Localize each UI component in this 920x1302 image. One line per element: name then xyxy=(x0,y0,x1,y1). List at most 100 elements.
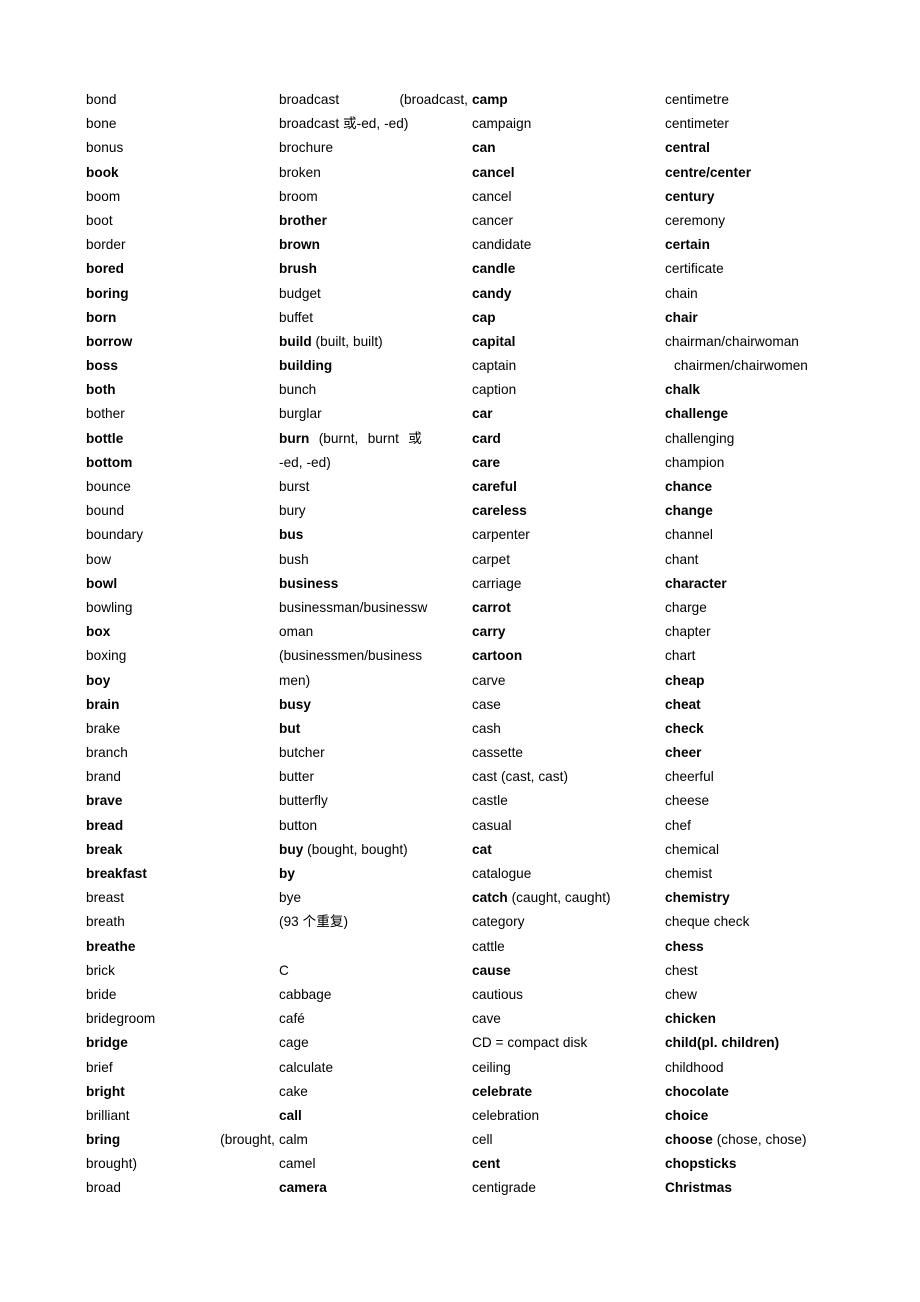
word-entry: candidate xyxy=(472,237,532,253)
word-entry: chemical xyxy=(665,841,720,857)
word-entry: brick xyxy=(86,962,115,978)
word-entry: cancel xyxy=(472,164,515,180)
word-entry: burn (burnt, burnt 或 xyxy=(279,427,472,451)
word-entry: cattle xyxy=(472,938,505,954)
word-entry: brochure xyxy=(279,140,334,156)
word-entry: cheese xyxy=(665,793,710,809)
word-entry: broadcast 或-ed, -ed) xyxy=(279,116,409,132)
word-entry: chemist xyxy=(665,866,713,881)
word-entry: chess xyxy=(665,938,704,954)
word-entry: carriage xyxy=(472,575,522,591)
word-entry: cake xyxy=(279,1083,308,1099)
word-entry: brake xyxy=(86,720,121,736)
word-entry: buffet xyxy=(279,309,314,325)
word-entry: brown xyxy=(279,237,321,253)
word-entry: cheerful xyxy=(665,769,714,785)
column-1: bond bone bonus book boom boot border bored bori… xyxy=(86,88,279,1201)
word-inflection-note: (broadcast, xyxy=(399,92,468,107)
word-entry: castle xyxy=(472,793,508,809)
word-entry: candle xyxy=(472,261,516,277)
word-inflection-note: (burnt, burnt 或 xyxy=(309,430,422,446)
word-entry: challenging xyxy=(665,430,735,446)
column-3: camp campaign can cancel cancel cancer candida… xyxy=(472,88,665,1201)
word-entry: burst xyxy=(279,479,310,494)
word-entry: café xyxy=(279,1011,305,1027)
word-entry: chicken xyxy=(665,1011,716,1027)
word-entry: cent xyxy=(472,1156,501,1172)
word-entry: businessman/businessw xyxy=(279,599,428,615)
word-entry: cage xyxy=(279,1035,309,1051)
word-entry: breast xyxy=(86,890,125,906)
word-entry: bridegroom xyxy=(86,1011,156,1027)
word-entry: carpenter xyxy=(472,527,530,543)
column-4: centimetre centimeter central centre/center… xyxy=(665,88,858,1201)
word-entry: bury xyxy=(279,503,306,519)
word-entry: cancel xyxy=(472,188,512,204)
word-entry: card xyxy=(472,430,501,446)
word-entry: brand xyxy=(86,769,122,785)
word-entry: budget xyxy=(279,285,321,301)
word-entry: cassette xyxy=(472,745,524,761)
word-entry: check xyxy=(665,720,704,736)
word-entry: chairman/chairwoman xyxy=(665,333,799,349)
word-entry: brilliant xyxy=(86,1107,130,1123)
word-entry: broad xyxy=(86,1180,122,1196)
word-entry: CD = compact disk xyxy=(472,1035,588,1051)
word-entry: chart xyxy=(665,648,696,664)
word-entry: carpet xyxy=(472,551,511,567)
word-entry: centre/center xyxy=(665,164,752,180)
word-list-columns: bond bone bonus book boom boot border bored bori… xyxy=(86,88,886,1201)
word-entry: chain xyxy=(665,285,698,301)
word-entry: centimetre xyxy=(665,92,729,107)
word-entry: border xyxy=(86,237,126,253)
document-page: bond bone bonus book boom boot border bored bori… xyxy=(0,0,920,1302)
word-entry: cancer xyxy=(472,212,514,228)
word-entry: calculate xyxy=(279,1059,334,1075)
word-entry: carve xyxy=(472,672,506,688)
word-entry: choose (chose, chose) xyxy=(665,1128,858,1152)
word-entry: cap xyxy=(472,309,496,325)
word-entry: capital xyxy=(472,333,516,349)
word-entry: can xyxy=(472,140,496,156)
word-entry: broken xyxy=(279,164,321,180)
word-entry: brought) xyxy=(86,1156,138,1172)
word-entry: car xyxy=(472,406,493,422)
word-entry: champion xyxy=(665,454,725,470)
word-entry: case xyxy=(472,696,501,712)
word-headword: build xyxy=(279,333,312,349)
word-entry: brother xyxy=(279,212,327,228)
word-entry: cell xyxy=(472,1132,493,1148)
word-entry: boxing xyxy=(86,648,127,664)
word-entry: bonus xyxy=(86,140,124,156)
word-entry: chance xyxy=(665,479,713,494)
word-entry: brief xyxy=(86,1059,113,1075)
word-entry: chef xyxy=(665,817,691,833)
word-entry: born xyxy=(86,309,117,325)
word-entry: care xyxy=(472,454,501,470)
word-entry: candy xyxy=(472,285,512,301)
word-entry: central xyxy=(665,140,710,156)
word-entry: centigrade xyxy=(472,1180,536,1196)
word-entry: ceiling xyxy=(472,1059,511,1075)
word-entry: bride xyxy=(86,986,117,1002)
word-entry: charge xyxy=(665,599,707,615)
word-entry: chapter xyxy=(665,624,711,640)
word-entry: camp xyxy=(472,92,508,107)
word-entry: brave xyxy=(86,793,123,809)
word-entry: caption xyxy=(472,382,517,398)
word-entry: cabbage xyxy=(279,986,332,1002)
word-entry: branch xyxy=(86,745,128,761)
word-entry: breathe xyxy=(86,938,136,954)
word-entry: men) xyxy=(279,672,311,688)
word-entry: catalogue xyxy=(472,866,532,881)
word-entry: certificate xyxy=(665,261,724,277)
word-entry: buy (bought, bought) xyxy=(279,838,472,862)
word-entry: bottom xyxy=(86,454,133,470)
word-entry: borrow xyxy=(86,333,133,349)
word-entry: brush xyxy=(279,261,318,277)
word-entry: book xyxy=(86,164,119,180)
word-entry: cheque check xyxy=(665,914,750,930)
word-entry: breath xyxy=(86,914,125,930)
word-entry: celebration xyxy=(472,1107,540,1123)
word-entry: bunch xyxy=(279,382,317,398)
